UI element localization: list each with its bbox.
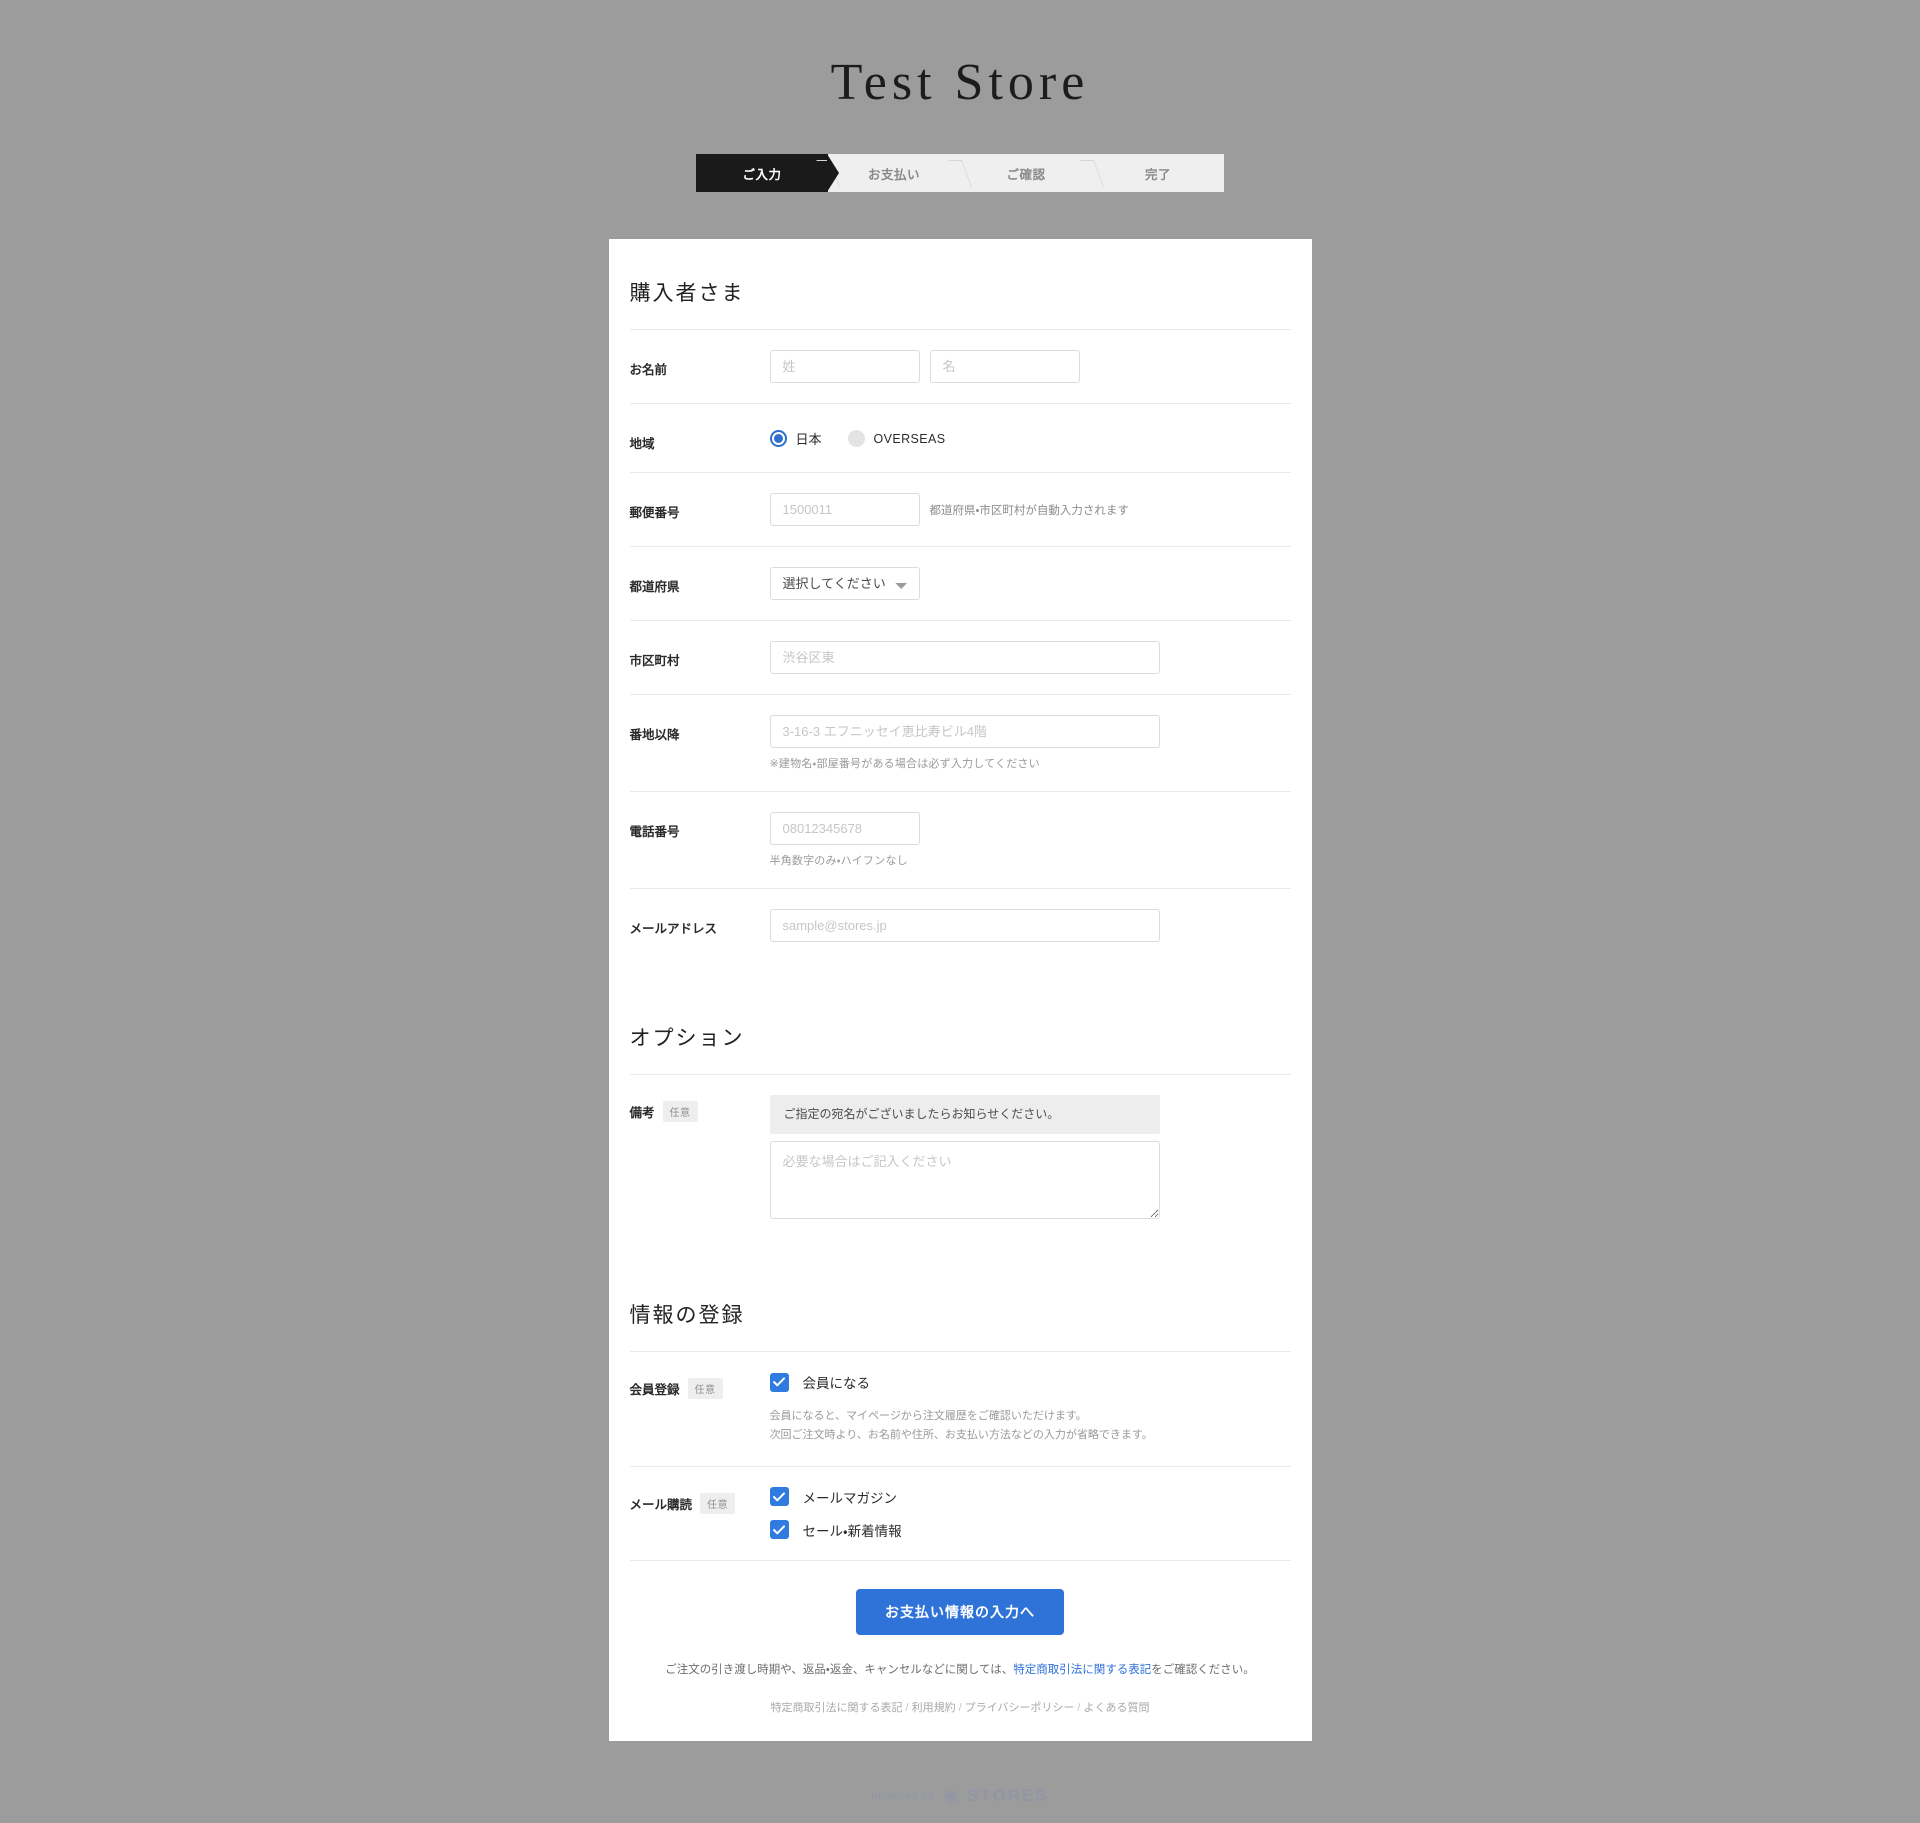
city-input[interactable] (769, 641, 1160, 675)
step-item-entry[interactable]: ご入力 (696, 154, 839, 193)
label-remarks-text: 備考 (629, 1106, 655, 1121)
checkbox-label-member: 会員になる (802, 1376, 871, 1392)
membership-description: 会員になると、マイページから注文履歴をご確認いただけます。 次回ご注文時より、お… (770, 1407, 1291, 1446)
checkout-page: Test Store ご入力 お支払い ご確認 完了 購入者さま お名前 姓 名… (0, 0, 1920, 1823)
street-address-input[interactable] (769, 715, 1160, 749)
buyer-section-title: 購入者さま (629, 282, 745, 306)
footer-link-faq[interactable]: よくある質問 (1083, 1702, 1149, 1714)
badge-optional: 任意 (662, 1101, 698, 1123)
options-section-title: オプション (629, 1027, 745, 1051)
watermark-prefix: powered by (871, 1789, 935, 1802)
radio-unselected-icon (847, 430, 865, 448)
checkout-card: 購入者さま お名前 地域 日本 (608, 239, 1312, 1741)
label-membership: 会員登録 任意 (629, 1372, 770, 1400)
form-row-region: 地域 日本 OVERSEAS (629, 403, 1291, 472)
phone-input[interactable] (769, 812, 920, 846)
prefecture-select[interactable]: 選択してください (769, 567, 920, 601)
checkbox-become-member[interactable]: 会員になる (769, 1372, 1291, 1392)
label-street: 番地以降 (629, 728, 680, 743)
checkmark-icon (769, 1520, 789, 1540)
remarks-note: ご指定の宛名がございましたらお知らせください。 (769, 1095, 1160, 1135)
label-mail-text: メール購読 (629, 1497, 693, 1512)
registration-section-title: 情報の登録 (629, 1304, 745, 1328)
form-row-street: 番地以降 ※建物名・部屋番号がある場合は必ず入力してください (629, 694, 1291, 791)
postal-hint: 都道府県・市区町村が自動入力されます (929, 504, 1129, 517)
stores-logo-icon: ◉ (943, 1785, 959, 1805)
disclaimer-text-after: をご確認ください。 (1151, 1663, 1255, 1676)
label-mail-subscription: メール購読 任意 (630, 1487, 770, 1514)
powered-by-watermark: powered by ◉ STORES (871, 1786, 1048, 1806)
step-item-complete[interactable]: 完了 (1092, 154, 1224, 192)
footer-link-privacy[interactable]: プライバシーポリシー (965, 1702, 1075, 1714)
proceed-to-payment-button[interactable]: お支払い情報の入力へ (856, 1588, 1064, 1635)
form-row-membership: 会員登録 任意 会員になる 会員になると、マイページから注文履歴をご確認いただけ… (629, 1351, 1291, 1466)
step-label: お支払い (867, 167, 920, 182)
legal-disclaimer: ご注文の引き渡し時期や、返品・返金、キャンセルなどに関しては、特定商取引法に関す… (665, 1661, 1255, 1677)
form-row-name: お名前 (629, 329, 1291, 403)
footer-link-terms[interactable]: 利用規約 (912, 1702, 956, 1714)
label-region: 地域 (629, 437, 655, 452)
label-postal: 郵便番号 (629, 506, 680, 521)
radio-selected-icon (769, 430, 787, 448)
disclaimer-link-tokutei[interactable]: 特定商取引法に関する表記 (1013, 1664, 1151, 1676)
label-phone: 電話番号 (629, 825, 680, 840)
submit-area: お支払い情報の入力へ ご注文の引き渡し時期や、返品・返金、キャンセルなどに関して… (629, 1559, 1291, 1741)
form-row-email: メールアドレス (629, 888, 1291, 962)
step-label: ご入力 (742, 167, 782, 182)
badge-optional: 任意 (687, 1378, 723, 1400)
street-hint: ※建物名・部屋番号がある場合は必ず入力してください (769, 758, 1040, 771)
checkbox-newsletter[interactable]: メールマガジン (769, 1487, 1291, 1507)
step-label: 完了 (1144, 167, 1171, 182)
membership-desc-line2: 次回ご注文時より、お名前や住所、お支払い方法などの入力が省略できます。 (769, 1429, 1153, 1442)
step-item-payment[interactable]: お支払い (828, 154, 960, 192)
footer-link-tokutei[interactable]: 特定商取引法に関する表記 (771, 1702, 903, 1714)
radio-region-overseas[interactable]: OVERSEAS (847, 430, 946, 448)
form-row-postal: 郵便番号 都道府県・市区町村が自動入力されます (629, 472, 1291, 546)
label-membership-text: 会員登録 (629, 1383, 680, 1398)
step-label: ご確認 (1006, 167, 1046, 182)
checkout-step-indicator: ご入力 お支払い ご確認 完了 (696, 154, 1224, 193)
phone-hint: 半角数字のみ・ハイフンなし (769, 855, 908, 868)
footer-links: 特定商取引法に関する表記 / 利用規約 / プライバシーポリシー / よくある質問 (771, 1699, 1150, 1741)
watermark-brand: STORES (967, 1785, 1049, 1805)
label-prefecture: 都道府県 (629, 580, 680, 595)
footer-divider: / (958, 1701, 962, 1714)
footer-divider: / (1077, 1701, 1081, 1714)
form-row-mail-subscription: メール購読 任意 メールマガジン セール・新着情報 (629, 1465, 1291, 1560)
email-input[interactable] (769, 909, 1160, 943)
checkbox-sales-news[interactable]: セール・新着情報 (769, 1520, 1291, 1540)
radio-label-japan: 日本 (795, 432, 822, 448)
postal-code-input[interactable] (769, 493, 920, 527)
label-email: メールアドレス (629, 922, 718, 937)
form-row-remarks: 備考 任意 ご指定の宛名がございましたらお知らせください。 (629, 1074, 1291, 1239)
label-name: お名前 (629, 363, 668, 378)
badge-optional: 任意 (700, 1492, 736, 1514)
radio-region-japan[interactable]: 日本 (769, 429, 822, 448)
remarks-textarea[interactable] (769, 1141, 1160, 1220)
store-title: Test Store (830, 54, 1090, 111)
membership-desc-line1: 会員になると、マイページから注文履歴をご確認いただけます。 (769, 1410, 1087, 1423)
footer-divider: / (905, 1701, 909, 1714)
checkbox-label-newsletter: メールマガジン (802, 1490, 898, 1506)
step-item-confirm[interactable]: ご確認 (960, 154, 1092, 192)
first-name-input[interactable] (929, 350, 1080, 384)
checkmark-icon (769, 1372, 789, 1392)
checkbox-label-sales: セール・新着情報 (802, 1523, 902, 1539)
label-remarks: 備考 任意 (629, 1095, 770, 1123)
label-city: 市区町村 (629, 654, 680, 669)
last-name-input[interactable] (769, 350, 920, 384)
radio-label-overseas: OVERSEAS (873, 431, 946, 446)
form-row-city: 市区町村 (629, 620, 1291, 694)
disclaimer-text-before: ご注文の引き渡し時期や、返品・返金、キャンセルなどに関しては、 (665, 1663, 1014, 1676)
form-row-prefecture: 都道府県 選択してください (629, 546, 1291, 620)
form-row-phone: 電話番号 半角数字のみ・ハイフンなし (629, 791, 1291, 888)
checkmark-icon (769, 1487, 789, 1507)
